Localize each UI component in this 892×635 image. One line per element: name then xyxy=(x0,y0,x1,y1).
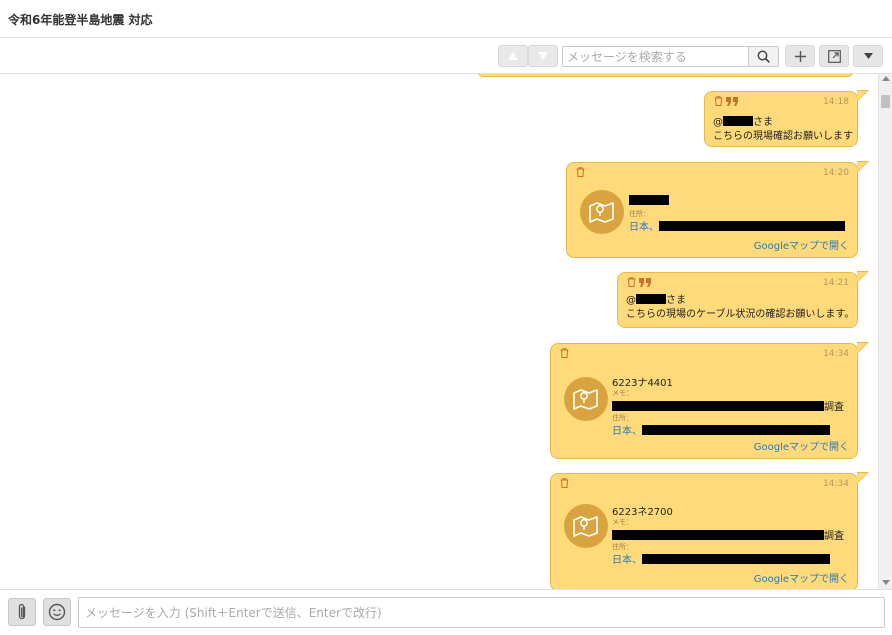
redacted-block xyxy=(723,116,753,126)
plus-icon xyxy=(794,50,806,62)
trash-icon[interactable] xyxy=(714,96,723,106)
redacted-block xyxy=(659,221,845,231)
pole-number: 6223ナ4401 xyxy=(612,378,673,389)
smiley-icon xyxy=(48,603,66,621)
message-mention: @ さま xyxy=(713,116,773,130)
location-message-bubble: 14:34 6223ネ2700 メモ： 調査 住所： 日本、 Googleマップ… xyxy=(550,472,869,589)
message-time: 14:18 xyxy=(823,97,849,107)
memo-suffix: 調査 xyxy=(824,402,844,413)
open-google-maps-link[interactable]: Googleマップで開く xyxy=(754,570,849,585)
up-triangle-icon xyxy=(508,52,518,60)
memo-suffix: 調査 xyxy=(824,531,844,542)
pole-number: 6223ネ2700 xyxy=(612,507,673,518)
redacted-block xyxy=(629,195,669,205)
address-link[interactable]: 日本、 xyxy=(612,551,830,566)
map-icon xyxy=(580,190,624,234)
quote-icon[interactable] xyxy=(639,277,651,287)
paperclip-icon xyxy=(18,603,26,620)
composer-bar xyxy=(0,589,892,635)
popout-icon xyxy=(827,49,841,63)
trash-icon[interactable] xyxy=(560,348,569,358)
location-message-bubble: 14:20 住所： 日本、 Googleマップで開く xyxy=(566,161,869,258)
message-list[interactable]: 14:18 @ さま こちらの現場確認お願いします 14:20 住所： 日本、 G… xyxy=(0,74,878,589)
address-prefix: 日本、 xyxy=(612,426,642,437)
map-icon xyxy=(564,377,608,421)
message-time: 14:34 xyxy=(823,479,849,489)
open-google-maps-link[interactable]: Googleマップで開く xyxy=(754,438,849,453)
message-body: こちらの現場のケーブル状況の確認お願いします。 xyxy=(626,309,855,320)
address-prefix: 日本、 xyxy=(629,222,659,233)
search-prev-button[interactable] xyxy=(498,45,528,67)
memo-text: 調査 xyxy=(612,527,844,542)
location-message-bubble: 14:34 6223ナ4401 メモ： 調査 住所： 日本、 Googleマップ… xyxy=(550,342,869,459)
room-title-bar: 令和6年能登半島地震 対応 xyxy=(0,0,892,38)
message-bubble: 14:18 @ さま こちらの現場確認お願いします xyxy=(704,90,869,147)
address-prefix: 日本、 xyxy=(612,555,642,566)
quote-icon[interactable] xyxy=(726,96,738,106)
popout-button[interactable] xyxy=(819,45,849,67)
redacted-block xyxy=(642,554,830,564)
message-time: 14:20 xyxy=(823,168,849,178)
emoji-button[interactable] xyxy=(43,598,71,626)
scroll-up-arrow-icon[interactable] xyxy=(882,76,890,81)
message-time: 14:21 xyxy=(823,278,849,288)
search-next-button[interactable] xyxy=(528,45,558,67)
trash-icon[interactable] xyxy=(576,167,585,177)
scroll-thumb[interactable] xyxy=(881,95,890,108)
search-box xyxy=(562,46,779,67)
attach-file-button[interactable] xyxy=(8,598,36,626)
message-bubble: 14:21 @ さま こちらの現場のケーブル状況の確認お願いします。 xyxy=(617,271,869,328)
memo-label: メモ： xyxy=(612,389,633,397)
memo-label: メモ： xyxy=(612,518,633,526)
message-time: 14:34 xyxy=(823,349,849,359)
scroll-down-arrow-icon[interactable] xyxy=(882,580,890,585)
message-mention: @ さま xyxy=(626,294,686,308)
memo-text: 調査 xyxy=(612,398,844,413)
chat-toolbar xyxy=(0,38,892,74)
search-button[interactable] xyxy=(748,47,778,66)
message-input[interactable] xyxy=(78,597,885,628)
add-button[interactable] xyxy=(785,45,815,67)
redacted-block xyxy=(612,530,824,540)
mention-prefix: @ xyxy=(626,295,636,306)
trash-icon[interactable] xyxy=(560,478,569,488)
search-icon xyxy=(757,50,770,63)
room-title: 令和6年能登半島地震 対応 xyxy=(8,13,153,27)
caret-down-icon xyxy=(863,53,873,59)
redacted-block xyxy=(612,401,824,411)
message-body: こちらの現場確認お願いします xyxy=(713,131,853,142)
open-google-maps-link[interactable]: Googleマップで開く xyxy=(754,237,849,252)
message-list-scrollbar[interactable] xyxy=(878,74,892,589)
mention-suffix: さま xyxy=(666,295,686,306)
mention-suffix: さま xyxy=(753,117,773,128)
message-bubble-partial xyxy=(476,74,855,77)
address-link[interactable]: 日本、 xyxy=(612,422,830,437)
address-link[interactable]: 日本、 xyxy=(629,218,845,233)
redacted-block xyxy=(642,425,830,435)
menu-dropdown-button[interactable] xyxy=(853,45,883,67)
down-triangle-icon xyxy=(538,52,548,60)
map-icon xyxy=(564,504,608,548)
trash-icon[interactable] xyxy=(627,277,636,287)
redacted-block xyxy=(636,294,666,304)
mention-prefix: @ xyxy=(713,117,723,128)
search-input[interactable] xyxy=(563,47,749,66)
